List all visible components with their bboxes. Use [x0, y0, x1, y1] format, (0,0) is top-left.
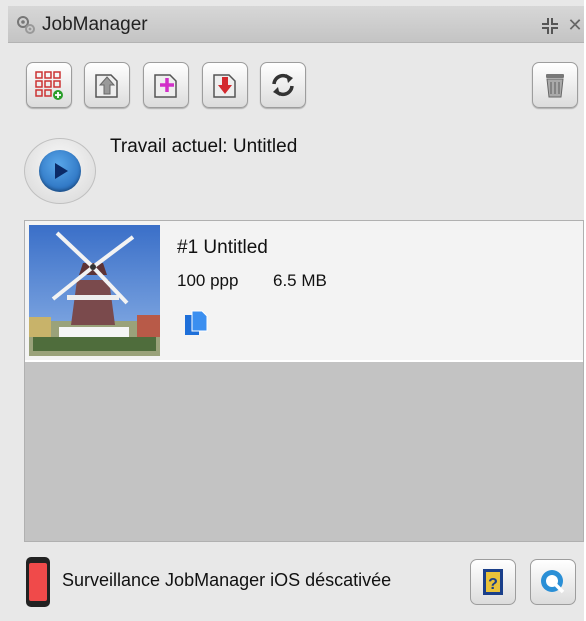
upload-icon	[95, 74, 118, 98]
window-title: JobManager	[42, 14, 148, 35]
windmill-thumbnail	[29, 225, 160, 356]
search-button[interactable]	[530, 559, 576, 605]
play-icon	[39, 150, 81, 192]
monitoring-status: Surveillance JobManager iOS déscativée	[62, 570, 392, 590]
play-button[interactable]	[24, 138, 96, 204]
job-size: 6.5 MB	[273, 271, 327, 290]
search-icon	[541, 570, 565, 594]
phone-icon	[26, 557, 50, 607]
refresh-icon	[272, 73, 294, 97]
collapse-icon[interactable]	[540, 16, 560, 36]
status-bar: Surveillance JobManager iOS déscativée ?	[0, 545, 586, 621]
title-bar: JobManager ✕	[8, 6, 584, 43]
job-title: #1 Untitled	[177, 237, 268, 258]
help-button[interactable]: ?	[470, 559, 516, 605]
svg-text:?: ?	[488, 576, 498, 593]
upload-job-button[interactable]	[84, 62, 130, 108]
close-icon[interactable]: ✕	[566, 14, 584, 36]
document-icon[interactable]	[183, 309, 209, 337]
refresh-button[interactable]	[260, 62, 306, 108]
job-resolution: 100 ppp	[177, 271, 239, 290]
add-job-icon	[154, 74, 177, 98]
help-book-icon: ?	[483, 569, 503, 595]
new-job-grid-button[interactable]	[26, 62, 72, 108]
download-icon	[213, 74, 236, 98]
trash-icon	[546, 74, 564, 98]
gears-icon	[17, 16, 35, 34]
add-job-button[interactable]	[143, 62, 189, 108]
job-row[interactable]: #1 Untitled 100 ppp 6.5 MB	[25, 221, 583, 362]
current-job-label: Travail actuel: Untitled	[110, 136, 298, 157]
job-manager-panel: JobManager ✕ Travail actuel: Untitled #1…	[0, 0, 584, 621]
job-list: #1 Untitled 100 ppp 6.5 MB	[24, 220, 584, 542]
grid-add-icon	[35, 71, 63, 100]
delete-job-button[interactable]	[532, 62, 578, 108]
download-job-button[interactable]	[202, 62, 248, 108]
